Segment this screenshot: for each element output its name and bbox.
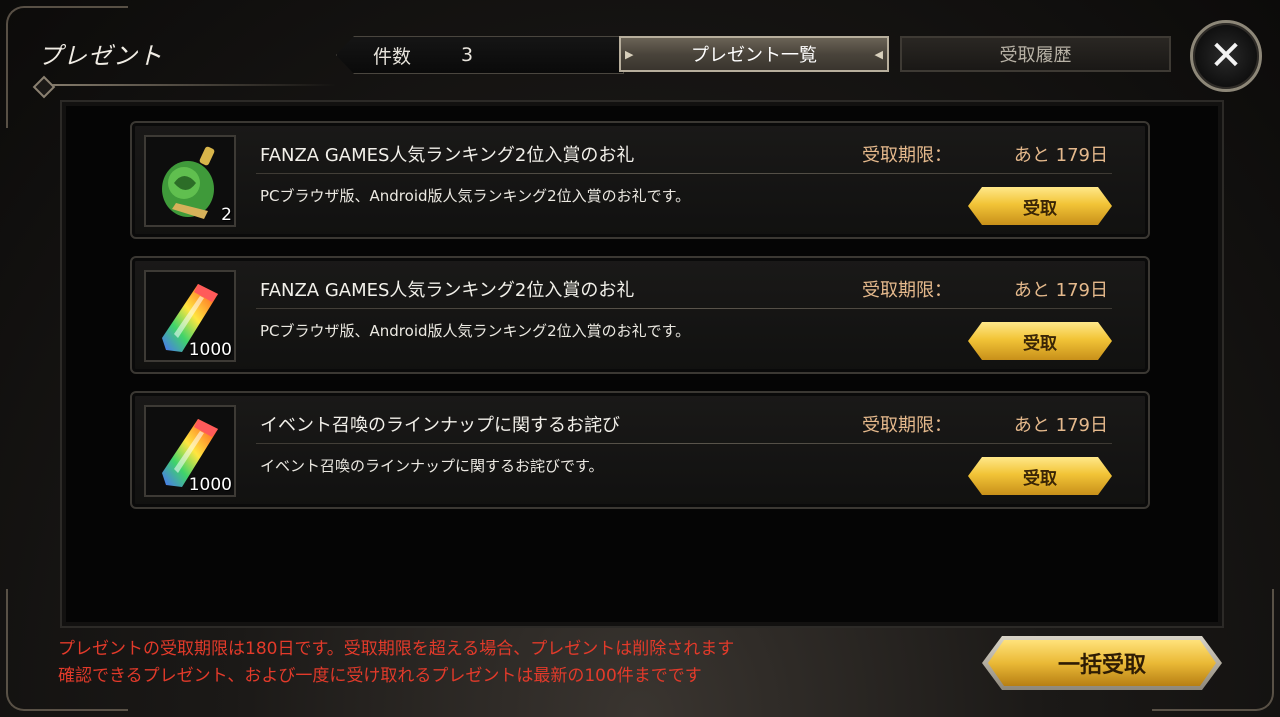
present-title: FANZA GAMES人気ランキング2位入賞のお礼	[260, 280, 635, 301]
present-description: PCブラウザ版、Android版人気ランキング2位入賞のお礼です。	[260, 187, 691, 205]
receive-button-label: 受取	[1023, 333, 1057, 354]
present-item: 1000 FANZA GAMES人気ランキング2位入賞のお礼 PCブラウザ版、A…	[130, 256, 1150, 374]
present-item: 2 FANZA GAMES人気ランキング2位入賞のお礼 PCブラウザ版、Andr…	[130, 121, 1150, 239]
card-divider	[256, 443, 1112, 444]
present-count-box: 件数 3	[336, 36, 624, 74]
receive-button[interactable]: 受取	[968, 187, 1112, 225]
present-quantity: 1000	[188, 340, 232, 360]
receive-button[interactable]: 受取	[968, 457, 1112, 495]
notice-line-2: 確認できるプレゼント、および一度に受け取れるプレゼントは最新の100件までです	[58, 666, 702, 686]
deadline-label: 受取期限：	[862, 145, 952, 166]
tab-receive-history[interactable]: 受取履歴	[900, 36, 1171, 72]
tab-present-list-label: プレゼント一覧	[691, 45, 817, 66]
present-thumbnail: 2	[144, 135, 236, 227]
bulk-receive-button[interactable]: 一括受取	[982, 636, 1222, 690]
count-value: 3	[461, 44, 474, 66]
bulk-receive-button-face[interactable]: 一括受取	[988, 640, 1216, 686]
receive-button-label: 受取	[1023, 198, 1057, 219]
count-label: 件数	[373, 45, 412, 68]
present-thumbnail: 1000	[144, 405, 236, 497]
present-quantity: 2	[221, 205, 232, 225]
card-divider	[256, 308, 1112, 309]
deadline-label: 受取期限：	[862, 280, 952, 301]
tab-receive-history-label: 受取履歴	[999, 45, 1072, 66]
present-item: 1000 イベント召喚のラインナップに関するお詫び イベント召喚のラインナップに…	[130, 391, 1150, 509]
card-divider	[256, 173, 1112, 174]
deadline-value: あと 179日	[1013, 415, 1108, 436]
deadline-value: あと 179日	[1013, 280, 1108, 301]
receive-button[interactable]: 受取	[968, 322, 1112, 360]
close-button[interactable]: ✕	[1190, 20, 1262, 92]
present-description: イベント召喚のラインナップに関するお詫びです。	[260, 457, 604, 475]
notice-line-1: プレゼントの受取期限は180日です。受取期限を超える場合、プレゼントは削除されま…	[58, 639, 735, 659]
present-thumbnail: 1000	[144, 270, 236, 362]
expiry-notice: プレゼントの受取期限は180日です。受取期限を超える場合、プレゼントは削除されま…	[58, 636, 734, 690]
receive-button-label: 受取	[1023, 468, 1057, 489]
title-divider	[36, 84, 336, 86]
present-title: イベント召喚のラインナップに関するお詫び	[260, 415, 620, 436]
deadline-value: あと 179日	[1013, 145, 1108, 166]
present-title: FANZA GAMES人気ランキング2位入賞のお礼	[260, 145, 635, 166]
close-icon: ✕	[1209, 33, 1243, 79]
present-description: PCブラウザ版、Android版人気ランキング2位入賞のお礼です。	[260, 322, 691, 340]
present-quantity: 1000	[188, 475, 232, 495]
bulk-receive-label: 一括受取	[1057, 653, 1146, 678]
tab-present-list[interactable]: プレゼント一覧	[619, 36, 889, 72]
green-bag-icon	[162, 146, 215, 219]
page-title: プレゼント	[38, 42, 163, 70]
deadline-label: 受取期限：	[862, 415, 952, 436]
